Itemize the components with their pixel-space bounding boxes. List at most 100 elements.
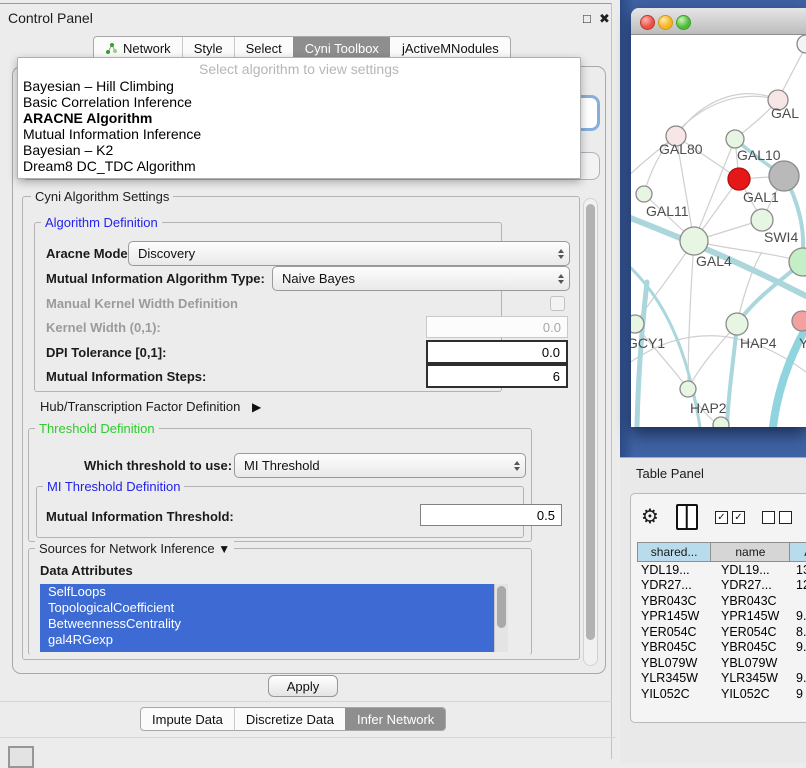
mac-zoom-button[interactable] [676,15,691,30]
table-cell: YDR27... [637,578,711,592]
unchecked-pair-icon[interactable] [762,511,792,524]
table-row[interactable]: YER054CYER054C8. [637,624,806,640]
table-panel: Table Panel ⚙ ✓✓ shared...nameA... YDL19..… [620,457,806,763]
mac-close-button[interactable] [640,15,655,30]
column-header-a[interactable]: A... [790,543,806,561]
apply-button[interactable]: Apply [268,675,338,697]
column-header-name[interactable]: name [711,543,790,561]
kernel-width-input[interactable] [426,316,568,338]
network-node[interactable] [636,186,652,202]
bottom-tab-bar: Impute DataDiscretize Data Infer Network [140,707,446,731]
algorithm-option-basic-correlation-inference[interactable]: Basic Correlation Inference [18,94,580,110]
screen: { "control_panel": { "title": "Control P… [0,0,806,762]
manual-kernel-label: Manual Kernel Width Definition [46,296,238,311]
sources-title-text: Sources for Network Inference [39,541,215,556]
attribute-item-betweennesscentrality[interactable]: BetweennessCentrality [40,616,494,632]
network-node[interactable] [726,130,744,148]
network-node[interactable] [726,313,748,335]
node-label-gcy1: GCY1 [631,335,665,351]
network-canvas[interactable]: GALGAL80GAL10GAL11GAL1SWI4GAL4GCY1HAP4YH… [631,34,806,427]
close-panel-icon[interactable]: ✖ [599,11,610,27]
network-node[interactable] [680,381,696,397]
table-cell: 12 [791,578,806,592]
dpi-tolerance-label: DPI Tolerance [0,1]: [46,345,166,360]
attribute-item-selfloops[interactable]: SelfLoops [40,584,494,600]
network-node[interactable] [769,161,799,191]
table-cell: YBR045C [711,640,791,654]
control-panel: Control Panel □ ✖ NetworkStyleSelectCyni… [0,0,620,762]
network-node[interactable] [797,35,806,53]
algorithm-option-mutual-information-inference[interactable]: Mutual Information Inference [18,126,580,142]
table-row[interactable]: YDR27...YDR27...12 [637,578,806,594]
hub-definition-toggle[interactable]: Hub/Transcription Factor Definition ▶ [40,399,261,414]
network-edge[interactable] [727,324,737,427]
float-panel-icon[interactable]: □ [583,11,591,26]
algorithm-option-bayesian-hill-climbing[interactable]: Bayesian – Hill Climbing [18,78,580,94]
tab-discretize-data[interactable]: Discretize Data [234,708,345,730]
control-panel-top-border [0,3,612,4]
network-edge[interactable] [637,282,647,427]
mi-threshold-title: MI Threshold Definition [43,479,184,494]
network-window-titlebar[interactable] [631,8,806,35]
table-row[interactable]: YLR345WYLR345W9. [637,671,806,687]
table-cell: YLR345W [711,671,791,685]
network-icon [105,42,118,55]
table-panel-title: Table Panel [636,466,704,481]
node-label-gal4: GAL4 [696,253,732,269]
mi-steps-label: Mutual Information Steps: [46,369,206,384]
aracne-mode-select[interactable]: Discovery [128,241,570,266]
attribute-item-topologicalcoefficient[interactable]: TopologicalCoefficient [40,600,494,616]
chevron-down-icon: ▼ [218,542,230,556]
table-row[interactable]: YBR043CYBR043C [637,593,806,609]
network-node[interactable] [792,311,806,331]
algorithm-option-dream8-dc-tdc-algorithm[interactable]: Dream8 DC_TDC Algorithm [18,158,580,174]
tab-impute-data[interactable]: Impute Data [141,708,234,730]
tab-label: Network [123,41,171,56]
table-row[interactable]: YIL052CYIL052C9 [637,686,806,702]
table-row[interactable]: YBL079WYBL079W [637,655,806,671]
network-node[interactable] [713,417,729,427]
table-cell: 9. [791,640,806,654]
mi-steps-input[interactable] [426,364,568,388]
table-row[interactable]: YPR145WYPR145W9. [637,609,806,625]
network-edge[interactable] [688,241,694,389]
node-label-y: Y [799,335,806,351]
control-panel-right-border [611,3,612,759]
table-cell: YDL19... [637,563,711,577]
network-node[interactable] [728,168,750,190]
table-cell: 13 [791,563,806,577]
tab-infer-network[interactable]: Infer Network [345,708,445,730]
mi-threshold-label: Mutual Information Threshold: [46,509,234,524]
settings-scrollbar[interactable] [583,198,598,666]
gear-icon[interactable]: ⚙ [641,507,659,527]
settings-scrollbar-thumb[interactable] [586,204,595,640]
algorithm-option-bayesian-k2[interactable]: Bayesian – K2 [18,142,580,158]
column-header-shared[interactable]: shared... [638,543,711,561]
corner-gadget[interactable] [8,746,34,768]
network-node[interactable] [680,227,708,255]
split-columns-icon[interactable] [676,504,698,530]
manual-kernel-checkbox[interactable] [550,296,565,311]
attribute-item-gal4rgexp[interactable]: gal4RGexp [40,632,494,648]
node-label-gal11: GAL11 [646,203,689,219]
which-threshold-value: MI Threshold [235,458,509,473]
algorithm-dropdown: Select algorithm to view settings Bayesi… [17,57,581,179]
table-row[interactable]: YBR045CYBR045C9. [637,640,806,656]
attributes-scrollbar-thumb[interactable] [497,586,506,628]
network-node[interactable] [631,315,644,333]
sources-title[interactable]: Sources for Network Inference ▼ [35,541,234,556]
mac-minimize-button[interactable] [658,15,673,30]
mi-type-select[interactable]: Naive Bayes [272,266,570,291]
tab-label: Infer Network [357,712,434,727]
table-row[interactable]: YDL19...YDL19...13 [637,562,806,578]
network-node[interactable] [751,209,773,231]
attributes-scrollbar[interactable] [494,584,508,652]
which-threshold-select[interactable]: MI Threshold [234,453,526,478]
table-cell: YDR27... [711,578,791,592]
dpi-tolerance-input[interactable] [426,340,568,364]
node-table: shared...nameA...YDL19...YDL19...13YDR27… [637,542,806,702]
mi-threshold-input[interactable] [420,504,562,526]
table-cell: YBL079W [711,656,791,670]
checked-pair-icon[interactable]: ✓✓ [715,511,745,524]
algorithm-option-aracne-algorithm[interactable]: ARACNE Algorithm [18,110,580,126]
